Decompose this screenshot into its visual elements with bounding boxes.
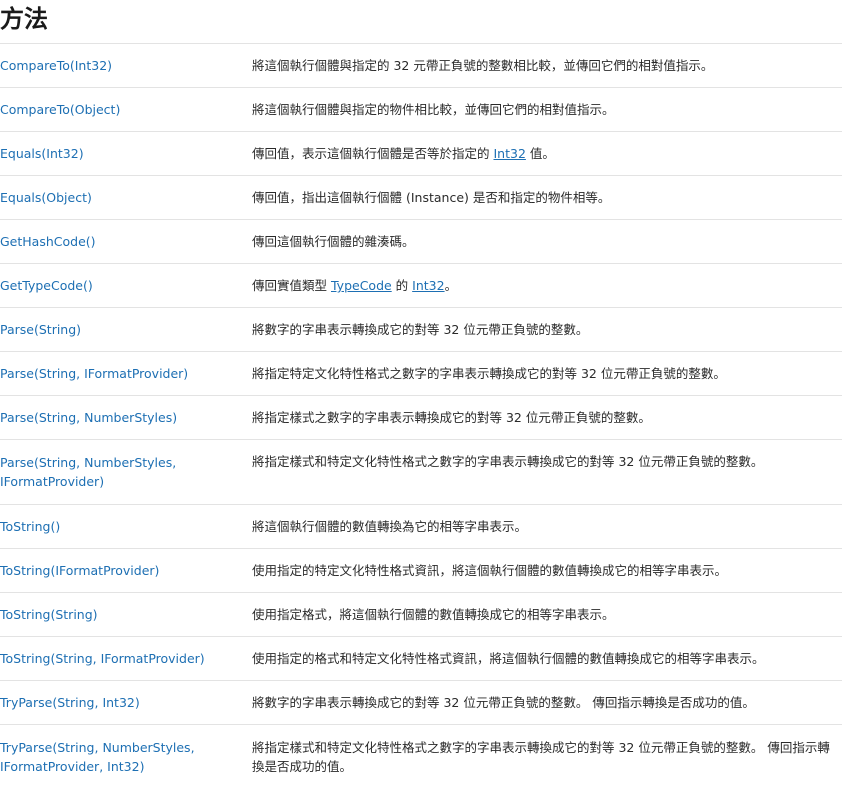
method-description: 將數字的字串表示轉換成它的對等 32 位元帶正負號的整數。 傳回指示轉換是否成功… bbox=[252, 695, 755, 710]
method-description: 將這個執行個體與指定的物件相比較，並傳回它們的相對值指示。 bbox=[252, 102, 615, 117]
table-row: Parse(String, NumberStyles, IFormatProvi… bbox=[0, 439, 842, 505]
table-row: Parse(String, IFormatProvider) 將指定特定文化特性… bbox=[0, 351, 842, 396]
method-description: 傳回這個執行個體的雜湊碼。 bbox=[252, 234, 415, 249]
method-link-compareto-object[interactable]: CompareTo(Object) bbox=[0, 102, 120, 117]
method-link-gettypecode[interactable]: GetTypeCode() bbox=[0, 278, 93, 293]
table-row: Parse(String) 將數字的字串表示轉換成它的對等 32 位元帶正負號的… bbox=[0, 307, 842, 352]
table-row: ToString(String, IFormatProvider) 使用指定的格… bbox=[0, 636, 842, 681]
method-link-parse-string-numberstyles[interactable]: Parse(String, NumberStyles) bbox=[0, 410, 177, 425]
description-text: 傳回實值類型 bbox=[252, 278, 331, 293]
method-description: 將指定樣式和特定文化特性格式之數字的字串表示轉換成它的對等 32 位元帶正負號的… bbox=[252, 454, 764, 469]
method-link-equals-int32[interactable]: Equals(Int32) bbox=[0, 146, 84, 161]
method-link-tostring-iformatprovider[interactable]: ToString(IFormatProvider) bbox=[0, 563, 159, 578]
table-row: ToString() 將這個執行個體的數值轉換為它的相等字串表示。 bbox=[0, 504, 842, 549]
description-text: 傳回值，表示這個執行個體是否等於指定的 bbox=[252, 146, 494, 161]
page: 方法 CompareTo(Int32) 將這個執行個體與指定的 32 元帶正負號… bbox=[0, 0, 842, 799]
type-link-int32[interactable]: Int32 bbox=[493, 146, 525, 161]
method-description: 傳回實值類型 TypeCode 的 Int32。 bbox=[252, 278, 457, 293]
method-link-tostring-string[interactable]: ToString(String) bbox=[0, 607, 98, 622]
description-text: 值。 bbox=[525, 146, 555, 161]
table-row: TryParse(String, Int32) 將數字的字串表示轉換成它的對等 … bbox=[0, 680, 842, 725]
method-description: 將這個執行個體與指定的 32 元帶正負號的整數相比較，並傳回它們的相對值指示。 bbox=[252, 58, 714, 73]
description-text: 的 bbox=[391, 278, 413, 293]
type-link-int32[interactable]: Int32 bbox=[412, 278, 444, 293]
table-row: Equals(Int32) 傳回值，表示這個執行個體是否等於指定的 Int32 … bbox=[0, 131, 842, 176]
table-row: TryParse(String, NumberStyles, IFormatPr… bbox=[0, 725, 842, 790]
table-row: GetTypeCode() 傳回實值類型 TypeCode 的 Int32。 bbox=[0, 263, 842, 308]
method-link-tostring-string-iformatprovider[interactable]: ToString(String, IFormatProvider) bbox=[0, 651, 205, 666]
method-link-tryparse-string-numberstyles-iformatprovider-int32[interactable]: TryParse(String, NumberStyles, IFormatPr… bbox=[0, 740, 195, 774]
table-row: CompareTo(Int32) 將這個執行個體與指定的 32 元帶正負號的整數… bbox=[0, 43, 842, 88]
table-row: ToString(IFormatProvider) 使用指定的特定文化特性格式資… bbox=[0, 548, 842, 593]
method-description: 使用指定的格式和特定文化特性格式資訊，將這個執行個體的數值轉換成它的相等字串表示… bbox=[252, 651, 765, 666]
method-link-parse-string-iformatprovider[interactable]: Parse(String, IFormatProvider) bbox=[0, 366, 188, 381]
method-description: 將指定樣式之數字的字串表示轉換成它的對等 32 位元帶正負號的整數。 bbox=[252, 410, 651, 425]
method-description: 使用指定的特定文化特性格式資訊，將這個執行個體的數值轉換成它的相等字串表示。 bbox=[252, 563, 728, 578]
type-link-typecode[interactable]: TypeCode bbox=[331, 278, 392, 293]
method-link-parse-string-numberstyles-iformatprovider[interactable]: Parse(String, NumberStyles, IFormatProvi… bbox=[0, 455, 176, 489]
method-description: 將這個執行個體的數值轉換為它的相等字串表示。 bbox=[252, 519, 528, 534]
description-text: 。 bbox=[444, 278, 458, 293]
method-description: 將指定樣式和特定文化特性格式之數字的字串表示轉換成它的對等 32 位元帶正負號的… bbox=[252, 740, 830, 775]
table-row: Equals(Object) 傳回值，指出這個執行個體 (Instance) 是… bbox=[0, 175, 842, 220]
method-link-tryparse-string-int32[interactable]: TryParse(String, Int32) bbox=[0, 695, 140, 710]
method-link-compareto-int32[interactable]: CompareTo(Int32) bbox=[0, 58, 112, 73]
method-description: 傳回值，表示這個執行個體是否等於指定的 Int32 值。 bbox=[252, 146, 555, 161]
table-row: CompareTo(Object) 將這個執行個體與指定的物件相比較，並傳回它們… bbox=[0, 87, 842, 132]
methods-table: CompareTo(Int32) 將這個執行個體與指定的 32 元帶正負號的整數… bbox=[0, 43, 842, 790]
method-description: 將指定特定文化特性格式之數字的字串表示轉換成它的對等 32 位元帶正負號的整數。 bbox=[252, 366, 726, 381]
method-link-equals-object[interactable]: Equals(Object) bbox=[0, 190, 92, 205]
table-row: Parse(String, NumberStyles) 將指定樣式之數字的字串表… bbox=[0, 395, 842, 440]
page-title: 方法 bbox=[0, 5, 48, 33]
method-description: 傳回值，指出這個執行個體 (Instance) 是否和指定的物件相等。 bbox=[252, 190, 611, 205]
table-row: GetHashCode() 傳回這個執行個體的雜湊碼。 bbox=[0, 219, 842, 264]
method-description: 使用指定格式，將這個執行個體的數值轉換成它的相等字串表示。 bbox=[252, 607, 615, 622]
method-link-tostring[interactable]: ToString() bbox=[0, 519, 60, 534]
method-link-parse-string[interactable]: Parse(String) bbox=[0, 322, 81, 337]
table-row: ToString(String) 使用指定格式，將這個執行個體的數值轉換成它的相… bbox=[0, 592, 842, 637]
method-link-gethashcode[interactable]: GetHashCode() bbox=[0, 234, 96, 249]
method-description: 將數字的字串表示轉換成它的對等 32 位元帶正負號的整數。 bbox=[252, 322, 589, 337]
